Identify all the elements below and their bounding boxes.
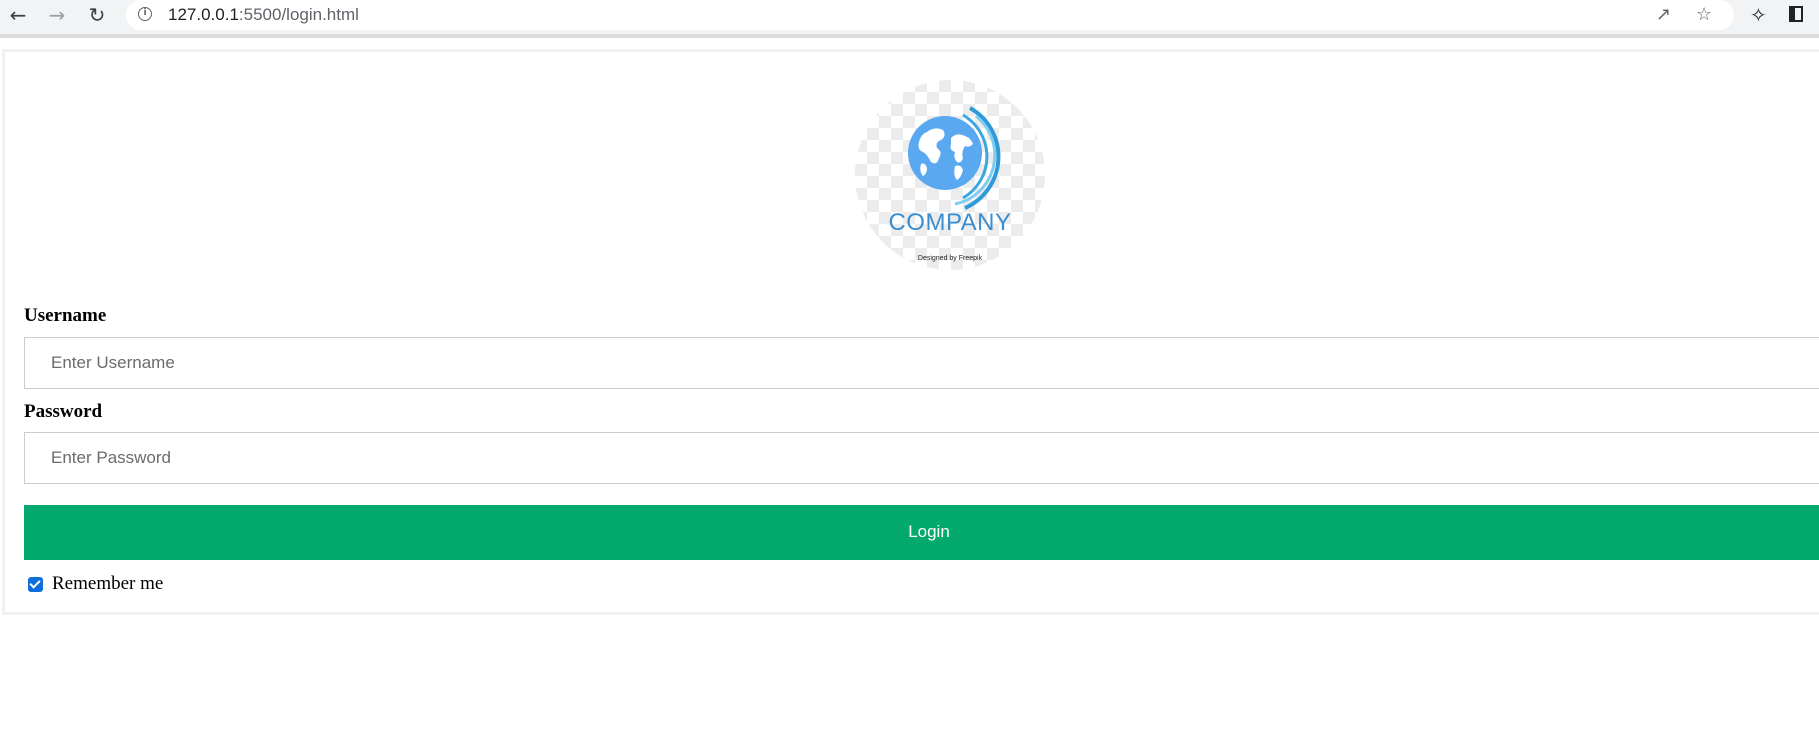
- login-button-label: Login: [908, 522, 950, 541]
- puzzle-icon[interactable]: ✧: [1750, 3, 1767, 27]
- arrow-right-icon[interactable]: →: [42, 0, 72, 30]
- url-host: 127.0.0.1: [168, 5, 239, 24]
- login-button[interactable]: Login: [24, 505, 1819, 560]
- username-input[interactable]: [24, 337, 1819, 389]
- info-icon[interactable]: i: [138, 7, 152, 21]
- remember-me-checkbox[interactable]: [28, 576, 43, 592]
- company-logo: COMPANY Designed by Freepik: [855, 80, 1045, 270]
- logo-company-text: COMPANY: [888, 209, 1012, 236]
- remember-me-label[interactable]: Remember me: [52, 573, 163, 595]
- username-label: Username: [24, 305, 107, 326]
- remember-me-row: Remember me: [28, 572, 163, 596]
- reload-icon[interactable]: ↻: [82, 0, 112, 30]
- star-icon[interactable]: ☆: [1696, 4, 1712, 25]
- globe-icon: [908, 106, 1001, 210]
- toolbar-divider: [0, 34, 1819, 38]
- side-panel-icon[interactable]: [1789, 6, 1803, 22]
- logo-credit-text: Designed by Freepik: [917, 255, 983, 262]
- arrow-left-icon[interactable]: ←: [3, 0, 33, 30]
- password-label: Password: [24, 401, 103, 422]
- share-icon[interactable]: ↗: [1656, 4, 1671, 25]
- browser-toolbar: ← → ↻ i 127.0.0.1:5500/login.html ↗ ☆ ✧: [0, 0, 1819, 35]
- url-path: :5500/login.html: [238, 5, 359, 24]
- url-text[interactable]: 127.0.0.1:5500/login.html: [168, 5, 359, 25]
- password-input[interactable]: [24, 432, 1819, 484]
- address-bar[interactable]: i 127.0.0.1:5500/login.html ↗ ☆: [126, 0, 1734, 30]
